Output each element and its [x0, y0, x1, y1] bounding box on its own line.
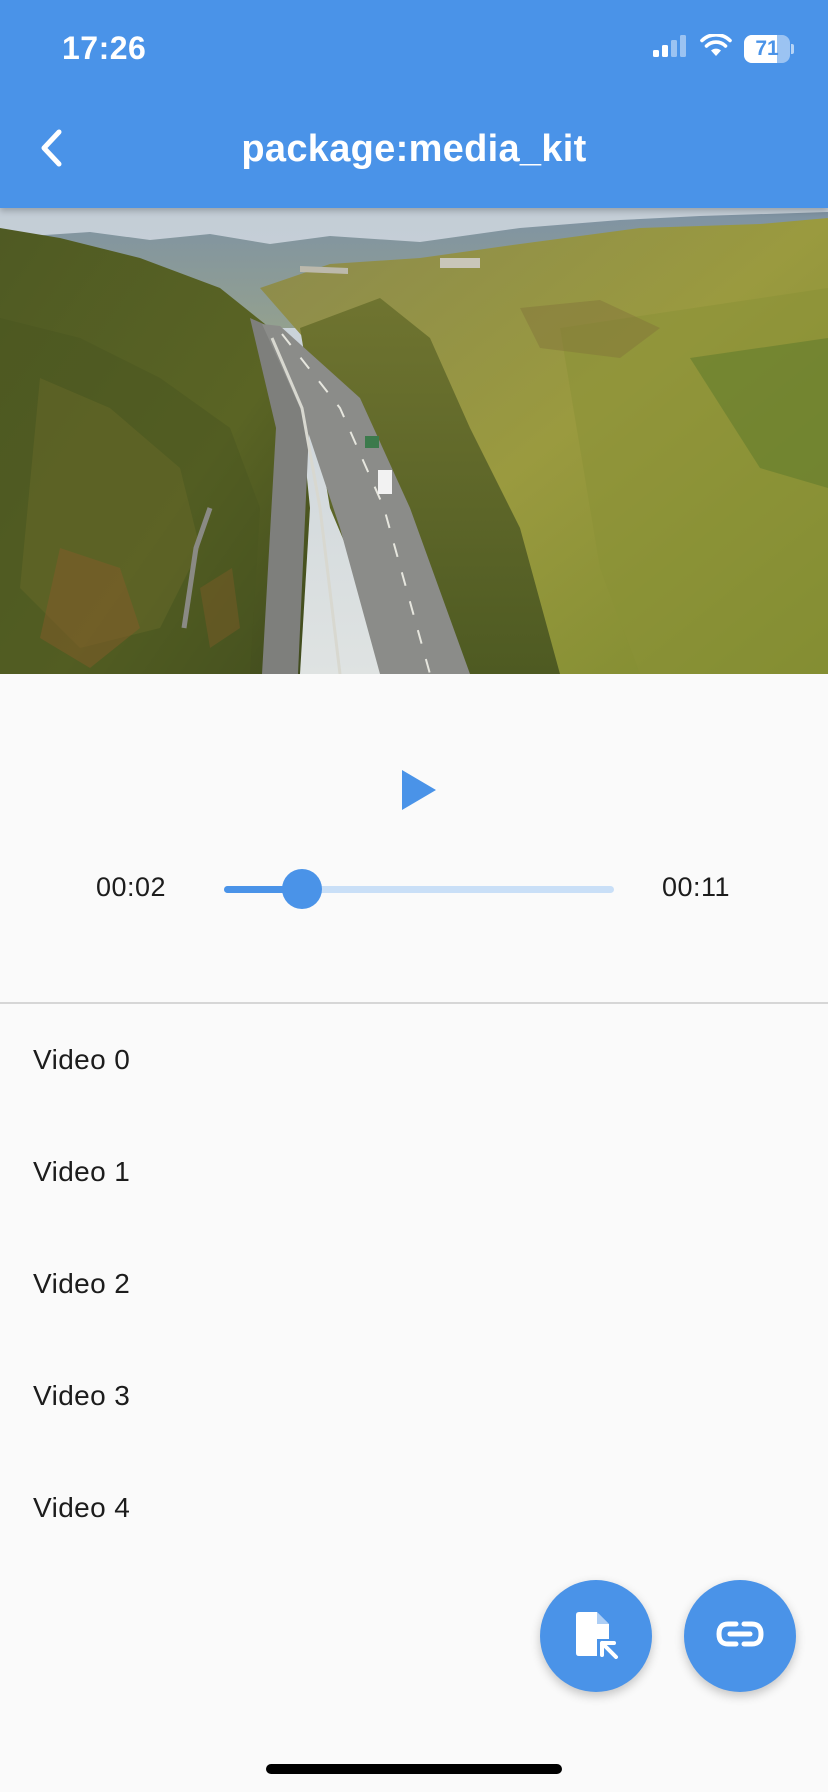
- list-item[interactable]: Video 3: [0, 1340, 828, 1452]
- current-position: 00:02: [96, 872, 167, 902]
- battery-icon: 71: [744, 34, 794, 63]
- total-duration: 00:11: [662, 872, 731, 902]
- open-url-button[interactable]: [684, 1580, 796, 1692]
- play-button[interactable]: [390, 758, 446, 822]
- seek-slider[interactable]: [224, 866, 614, 912]
- app-bar: 17:26 71 package:media_kit: [0, 0, 828, 208]
- cellular-signal-icon: [652, 34, 688, 63]
- list-item[interactable]: Video 0: [0, 1004, 828, 1116]
- battery-nub: [791, 43, 794, 54]
- page-title: package:media_kit: [241, 128, 587, 170]
- list-item[interactable]: Video 2: [0, 1228, 828, 1340]
- video-frame-image: [0, 208, 828, 674]
- video-player-surface[interactable]: [0, 208, 828, 674]
- video-list: Video 0 Video 1 Video 2 Video 3 Video 4: [0, 1004, 828, 1564]
- app-screen: 17:26 71 package:media_kit 00:02 00:11 V…: [0, 0, 828, 1792]
- slider-thumb[interactable]: [282, 869, 322, 909]
- file-open-icon: [573, 1609, 619, 1664]
- list-item[interactable]: Video 1: [0, 1116, 828, 1228]
- status-icons: 71: [652, 33, 794, 63]
- wifi-icon: [700, 33, 732, 63]
- list-item[interactable]: Video 4: [0, 1452, 828, 1564]
- link-icon: [716, 1619, 764, 1654]
- open-file-button[interactable]: [540, 1580, 652, 1692]
- play-icon: [390, 770, 446, 826]
- status-time: 17:26: [62, 30, 147, 66]
- home-indicator[interactable]: [266, 1764, 562, 1774]
- battery-level: 71: [755, 36, 779, 60]
